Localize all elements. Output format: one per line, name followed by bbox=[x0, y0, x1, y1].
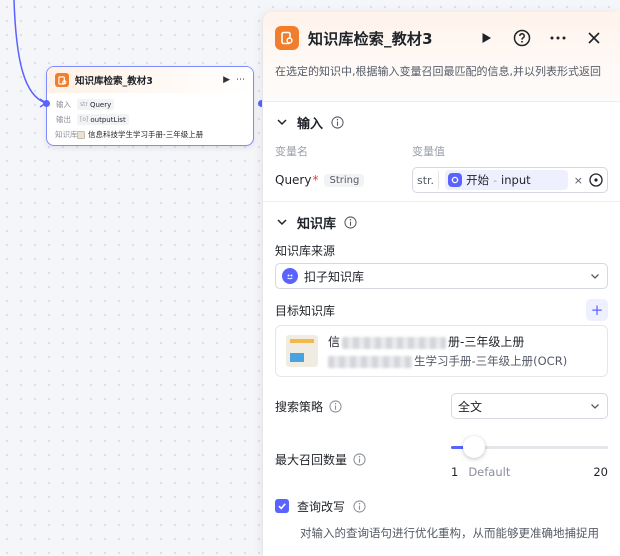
slider-min: 1 bbox=[451, 465, 459, 479]
kb-thumbnail bbox=[286, 335, 318, 367]
panel-description: 在选定的知识中,根据输入变量召回最匹配的信息,并以列表形式返回 bbox=[275, 65, 601, 78]
column-header-name: 变量名 bbox=[275, 145, 308, 158]
node-row-input: 输入 str Query bbox=[55, 97, 245, 112]
output-tag: [o] outputList bbox=[77, 114, 129, 125]
type-badge: String bbox=[324, 173, 365, 187]
more-icon[interactable]: ⋯ bbox=[236, 75, 245, 85]
kb-source-select[interactable]: 扣子知识库 bbox=[275, 263, 608, 289]
knowledge-icon bbox=[275, 26, 299, 50]
chevron-down-icon bbox=[591, 274, 599, 279]
chevron-down-icon[interactable] bbox=[275, 215, 289, 229]
coze-kb-icon bbox=[282, 268, 298, 284]
node-header: 知识库检索_教材3 ▶ ⋯ bbox=[47, 67, 253, 93]
info-icon[interactable] bbox=[331, 115, 344, 129]
panel-header: 知识库检索_教材3 在选定的知识中,根据输入变量召回最匹配的信息,并以列表形式返… bbox=[263, 12, 620, 102]
search-strategy-value: 全文 bbox=[458, 399, 483, 414]
node-title: 知识库检索_教材3 bbox=[75, 76, 153, 87]
node-config-panel: 知识库检索_教材3 在选定的知识中,根据输入变量召回最匹配的信息,并以列表形式返… bbox=[262, 12, 620, 556]
search-strategy-row: 搜索策略 全文 bbox=[275, 393, 608, 419]
kb-file: 信息科技学生学习手册-三年级上册 bbox=[77, 129, 203, 140]
column-header-value: 变量值 bbox=[412, 145, 445, 158]
value-type-selector[interactable]: str. bbox=[417, 171, 440, 189]
rewrite-checkbox[interactable] bbox=[275, 499, 289, 513]
target-kb-label: 目标知识库 bbox=[275, 303, 336, 318]
required-mark: * bbox=[312, 173, 319, 187]
variable-row: Query * String str. 开始 - input × bbox=[275, 160, 608, 200]
workflow-node-knowledge-retrieval[interactable]: 知识库检索_教材3 ▶ ⋯ 输入 str Query 输出 [o] outputLi… bbox=[46, 66, 254, 146]
run-icon[interactable]: ▶ bbox=[223, 75, 230, 85]
search-strategy-select[interactable]: 全文 bbox=[451, 393, 608, 419]
info-icon[interactable] bbox=[329, 399, 342, 413]
max-recall-slider[interactable] bbox=[451, 435, 608, 459]
rewrite-label: 查询改写 bbox=[297, 499, 346, 514]
slider-default-label: Default bbox=[468, 465, 511, 479]
max-recall-row: 最大召回数量 1 Default 20 bbox=[275, 435, 608, 479]
add-kb-button[interactable]: + bbox=[586, 299, 608, 321]
chevron-down-icon bbox=[591, 404, 599, 409]
node-row-kb: 知识库 信息科技学生学习手册-三年级上册 bbox=[55, 129, 204, 140]
slider-thumb[interactable] bbox=[463, 436, 485, 458]
kb-subtitle: 生学习手册-三年级上册(OCR) bbox=[328, 353, 567, 369]
kb-source-value: 扣子知识库 bbox=[304, 269, 365, 284]
help-icon[interactable] bbox=[510, 26, 534, 50]
knowledge-icon bbox=[55, 73, 69, 87]
search-strategy-label: 搜索策略 bbox=[275, 399, 324, 414]
chevron-down-icon[interactable] bbox=[275, 115, 289, 129]
node-row-output: 输出 [o] outputList bbox=[55, 112, 245, 127]
info-icon[interactable] bbox=[353, 499, 366, 513]
info-icon[interactable] bbox=[353, 452, 366, 466]
variable-picker-icon[interactable] bbox=[589, 173, 603, 187]
kb-source-label: 知识库来源 bbox=[275, 243, 336, 258]
reference-chip[interactable]: 开始 - input bbox=[445, 170, 568, 190]
input-port[interactable] bbox=[43, 100, 50, 107]
run-button[interactable] bbox=[474, 26, 498, 50]
input-section: 输入 变量名 变量值 Query * String str. 开始 - inpu… bbox=[263, 102, 620, 202]
panel-title: 知识库检索_教材3 bbox=[308, 29, 433, 48]
kb-card[interactable]: 信册-三年级上册 生学习手册-三年级上册(OCR) bbox=[275, 325, 608, 377]
book-icon bbox=[77, 130, 85, 139]
slider-max: 20 bbox=[593, 465, 608, 479]
max-recall-label: 最大召回数量 bbox=[275, 452, 348, 467]
info-icon[interactable] bbox=[344, 215, 357, 229]
variable-name: Query bbox=[275, 173, 312, 187]
clear-icon[interactable]: × bbox=[574, 174, 583, 187]
more-icon[interactable] bbox=[546, 26, 570, 50]
knowledge-section: 知识库 知识库来源 扣子知识库 目标知识库 + 信册-三年级上册 生学习手册-三… bbox=[263, 202, 620, 541]
section-title-input: 输入 bbox=[297, 116, 324, 132]
rewrite-row: 查询改写 bbox=[275, 495, 608, 517]
section-title-knowledge: 知识库 bbox=[297, 216, 337, 232]
kb-title: 信册-三年级上册 bbox=[328, 335, 525, 349]
input-tag: str Query bbox=[77, 99, 115, 110]
rewrite-description: 对输入的查询语句进行优化重构，从而能够更准确地捕捉用 bbox=[300, 526, 599, 540]
close-icon[interactable] bbox=[582, 26, 606, 50]
variable-value-field[interactable]: str. 开始 - input × bbox=[412, 167, 608, 193]
start-node-icon bbox=[448, 173, 463, 187]
